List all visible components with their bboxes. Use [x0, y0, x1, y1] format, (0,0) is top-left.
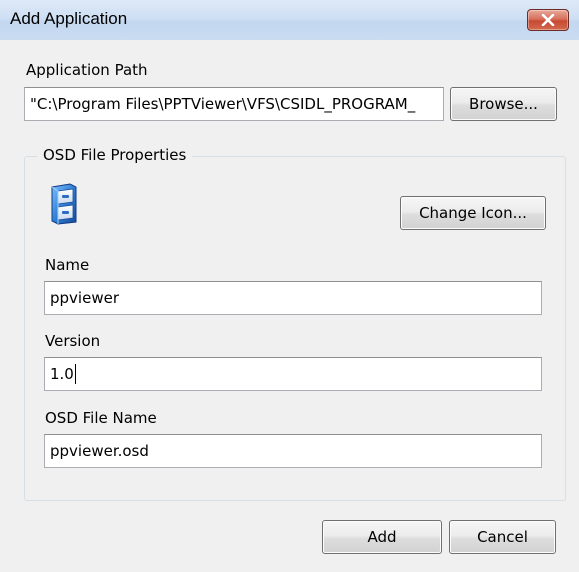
text-caret: [74, 363, 76, 384]
application-path-label: Application Path: [26, 61, 148, 79]
close-button[interactable]: [527, 9, 569, 31]
application-path-input[interactable]: "C:\Program Files\PPTViewer\VFS\CSIDL_PR…: [24, 87, 444, 121]
application-file-icon: [51, 183, 77, 225]
version-input[interactable]: 1.0: [44, 357, 542, 391]
version-label: Version: [45, 332, 101, 350]
cancel-button[interactable]: Cancel: [449, 520, 556, 554]
close-x-icon: [541, 14, 555, 26]
osd-file-properties-legend: OSD File Properties: [37, 146, 193, 164]
name-input[interactable]: ppviewer: [44, 281, 542, 315]
osd-file-name-label: OSD File Name: [45, 409, 157, 427]
add-button[interactable]: Add: [322, 520, 442, 554]
version-input-value: 1.0: [50, 365, 74, 383]
osd-file-name-input[interactable]: ppviewer.osd: [44, 434, 542, 468]
change-icon-button[interactable]: Change Icon...: [400, 196, 546, 230]
title-bar[interactable]: Add Application: [0, 0, 579, 40]
window-title: Add Application: [10, 9, 128, 28]
add-application-dialog: Add Application Application Path "C:\Pro…: [0, 0, 579, 572]
name-label: Name: [45, 256, 90, 274]
browse-button[interactable]: Browse...: [450, 87, 557, 121]
